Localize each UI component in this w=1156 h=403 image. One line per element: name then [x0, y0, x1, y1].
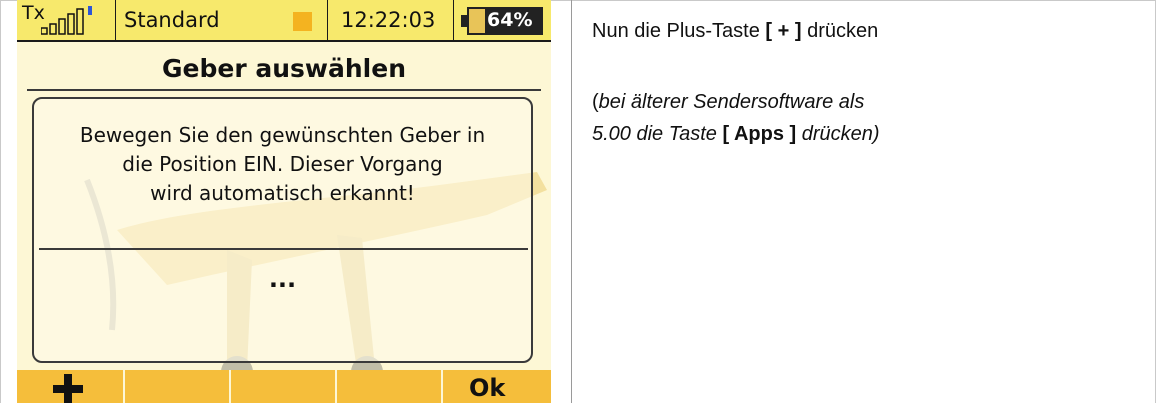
page-title: Geber auswählen — [162, 54, 406, 83]
note-key: [ Apps ] — [722, 123, 797, 145]
note-line1: bei älterer Sendersoftware als — [598, 91, 865, 113]
plus-icon — [53, 374, 83, 403]
instruction-key: [ + ] — [765, 20, 802, 42]
clock: 12:22:03 — [341, 8, 436, 32]
status-indicator-square — [293, 12, 312, 31]
softkey-plus[interactable] — [17, 370, 123, 403]
instruction-pre: Nun die Plus-Taste — [592, 20, 766, 42]
selection-dialog: Bewegen Sie den gewünschten Geber in die… — [32, 97, 533, 363]
softkey-2[interactable] — [125, 370, 229, 403]
legacy-note: (bei älterer Sendersoftware als 5.00 die… — [592, 86, 880, 150]
instruction-post: drücken — [801, 20, 879, 42]
table-left-border — [0, 0, 1, 403]
instruction-text: Nun die Plus-Taste [ + ] drücken — [592, 18, 878, 45]
status-bar: Tx Standard 12:22:03 64% — [17, 0, 551, 42]
title-divider — [27, 89, 541, 91]
battery-fill — [469, 9, 485, 33]
softkey-bar: Ok — [17, 370, 551, 403]
table-column-divider — [571, 0, 572, 403]
status-separator — [453, 0, 454, 40]
dialog-message: Bewegen Sie den gewünschten Geber in die… — [79, 123, 486, 205]
status-separator — [115, 0, 116, 40]
note-open: ( — [592, 91, 599, 113]
note-line2: 5.00 die Taste — [592, 123, 723, 145]
model-profile-name: Standard — [124, 8, 220, 32]
battery-indicator: 64% — [461, 7, 543, 35]
dialog-divider — [39, 248, 528, 250]
waiting-indicator: ... — [268, 265, 297, 293]
signal-strength-icon — [41, 6, 92, 35]
softkey-3[interactable] — [231, 370, 335, 403]
status-separator — [327, 0, 328, 40]
softkey-4[interactable] — [337, 370, 441, 403]
softkey-ok[interactable]: Ok — [443, 370, 551, 403]
battery-percentage: 64% — [487, 9, 533, 31]
note-line3: drücken) — [796, 123, 880, 145]
ok-button-label: Ok — [469, 374, 506, 402]
transmitter-screen: Tx Standard 12:22:03 64% Geber auswählen — [17, 0, 551, 403]
